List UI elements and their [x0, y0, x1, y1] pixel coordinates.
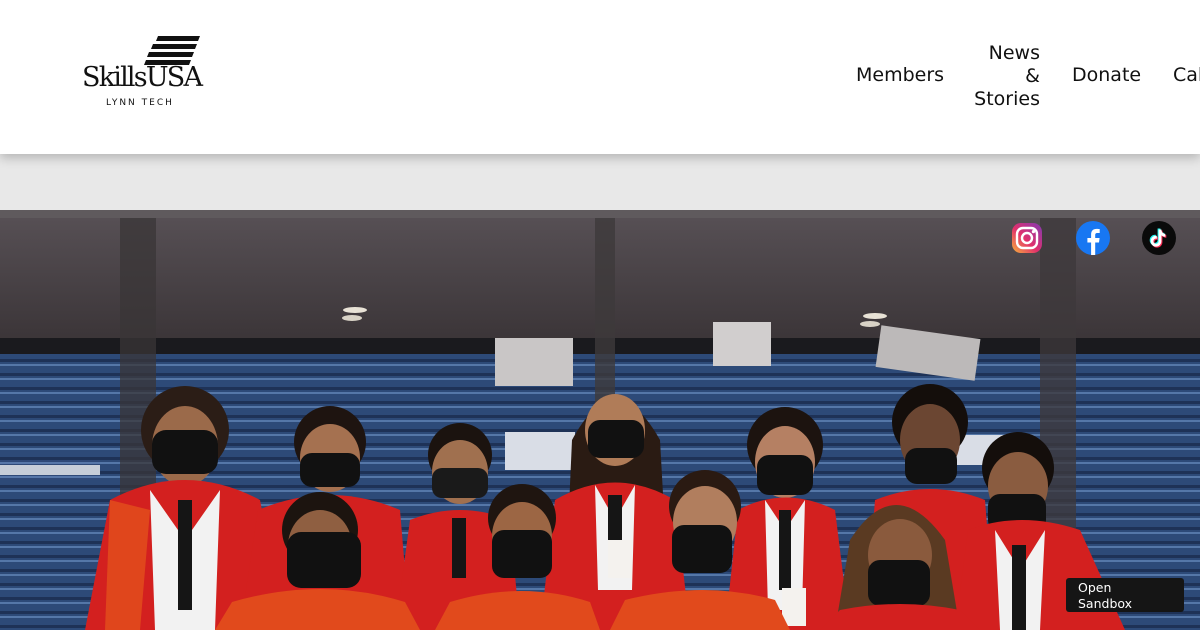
- instagram-link[interactable]: [1010, 221, 1044, 255]
- tiktok-link[interactable]: [1142, 221, 1176, 255]
- site-header: SkillsUSA LYNN TECH Members News & Stori…: [0, 0, 1200, 154]
- nav-members[interactable]: Members: [856, 64, 944, 86]
- nav-donate[interactable]: Donate: [1072, 64, 1141, 86]
- nav-news-line-2: &: [1025, 65, 1040, 87]
- sandbox-label-line-2: Sandbox: [1078, 596, 1133, 611]
- logo-name: SkillsUSA: [82, 62, 203, 93]
- facebook-link[interactable]: [1076, 221, 1110, 255]
- open-sandbox-button[interactable]: Open Sandbox: [1066, 578, 1184, 612]
- logo-subtitle: LYNN TECH: [106, 98, 174, 108]
- hero-photo: [0, 210, 1200, 630]
- logo[interactable]: SkillsUSA LYNN TECH: [82, 36, 203, 112]
- instagram-icon: [1012, 223, 1042, 253]
- sandbox-label-line-1: Open: [1078, 580, 1112, 595]
- nav-news-line-1: News: [988, 42, 1040, 64]
- nav-news-line-3: Stories: [974, 88, 1040, 110]
- header-spacer-band: [0, 154, 1200, 210]
- facebook-icon: [1076, 221, 1110, 255]
- tiktok-icon: [1142, 221, 1176, 255]
- nav-calendar[interactable]: Cal: [1173, 64, 1200, 86]
- page: SkillsUSA LYNN TECH Members News & Stori…: [0, 0, 1200, 630]
- hero-photo-illustration: [0, 210, 1200, 630]
- nav-news-and-stories[interactable]: News & Stories: [960, 42, 1040, 111]
